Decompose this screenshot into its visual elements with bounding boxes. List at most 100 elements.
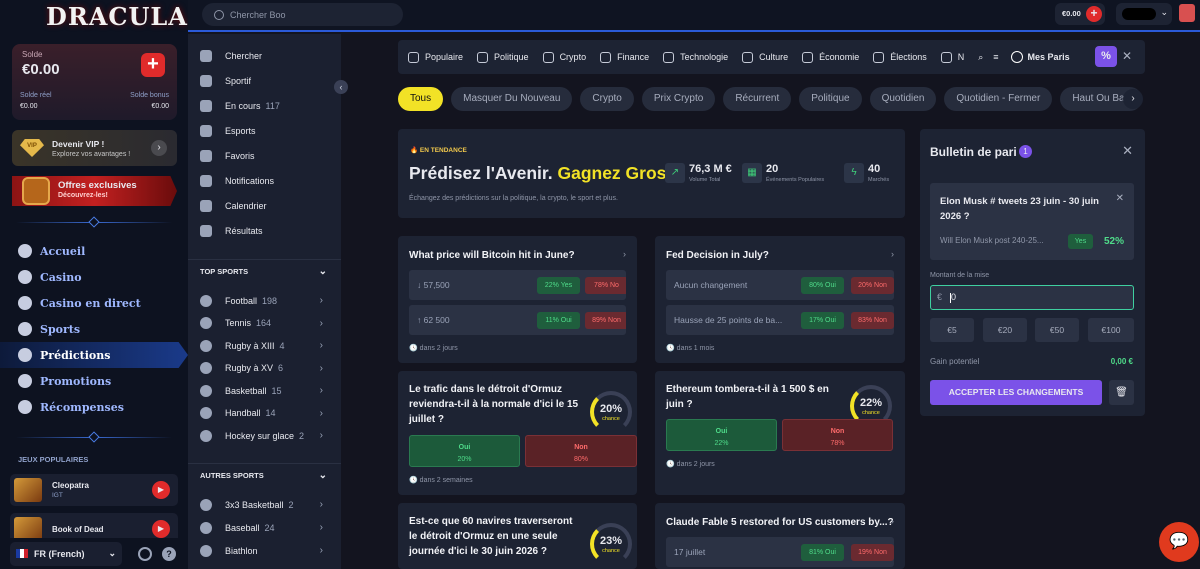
play-icon[interactable]: ▶: [152, 520, 170, 538]
sport-item[interactable]: Handball 14 ›: [188, 401, 341, 426]
filter-icon[interactable]: ≡: [993, 52, 998, 62]
category-elections[interactable]: Élections: [873, 51, 927, 63]
nav-item[interactable]: Notifications: [188, 168, 341, 193]
menu-item-promotions[interactable]: Promotions: [0, 368, 188, 394]
market-card-claude[interactable]: Claude Fable 5 restored for US customers…: [655, 503, 905, 569]
play-icon[interactable]: ▶: [152, 481, 170, 499]
sport-item[interactable]: Rugby à XV 6 ›: [188, 356, 341, 381]
sport-icon: [200, 384, 212, 397]
trash-icon[interactable]: 🗑: [1109, 380, 1134, 405]
headset-icon[interactable]: [138, 546, 152, 561]
sport-item[interactable]: Rugby à XIII 4 ›: [188, 333, 341, 358]
top-sports-header[interactable]: TOP SPORTS ⌄: [188, 259, 341, 283]
quick-stake-button[interactable]: €20: [983, 318, 1027, 342]
category-finance[interactable]: Finance: [600, 51, 649, 63]
menu-item-sports[interactable]: Sports: [0, 316, 188, 342]
menu-item-live-casino[interactable]: Casino en direct: [0, 290, 188, 316]
quick-stake-button[interactable]: €100: [1088, 318, 1134, 342]
menu-item-predictions[interactable]: Prédictions: [0, 342, 188, 368]
nav-item[interactable]: Esports: [188, 118, 341, 143]
nav-item[interactable]: Favoris: [188, 143, 341, 168]
nav-item[interactable]: En cours 117: [188, 93, 341, 118]
remove-selection-icon[interactable]: ✕: [1116, 193, 1124, 204]
logo[interactable]: DRACULA: [46, 2, 188, 31]
category-more[interactable]: N: [940, 51, 964, 63]
filter-chip[interactable]: Prix Crypto: [641, 87, 716, 111]
no-button[interactable]: Non 80%: [525, 435, 637, 467]
help-icon[interactable]: ?: [162, 546, 176, 561]
close-icon[interactable]: ✕: [1122, 143, 1133, 159]
game-item[interactable]: Cleopatra IGT ▶: [10, 474, 178, 506]
market-card-fed[interactable]: Fed Decision in July? › Aucun changement…: [655, 236, 905, 363]
filter-chip[interactable]: Quotidien - Fermer: [944, 87, 1053, 111]
category-technologie[interactable]: Technologie: [663, 51, 728, 63]
offers-banner[interactable]: Offres exclusives Découvrez-les!: [12, 176, 177, 206]
yes-button[interactable]: 11% Oui: [537, 312, 580, 329]
quick-stake-button[interactable]: €5: [930, 318, 974, 342]
avatar[interactable]: [1179, 4, 1195, 22]
stat-label: Marchés: [868, 177, 890, 183]
deposit-button[interactable]: +: [141, 53, 165, 77]
nav-item[interactable]: Résultats: [188, 218, 341, 243]
chevron-right-icon[interactable]: ›: [1123, 89, 1143, 109]
yes-button[interactable]: 22% Yes: [537, 277, 580, 294]
no-button[interactable]: 20% Non: [851, 277, 894, 294]
stake-input[interactable]: €0: [930, 285, 1134, 310]
plus-icon[interactable]: +: [1086, 6, 1102, 22]
no-button[interactable]: 78% No: [585, 277, 626, 294]
chat-icon[interactable]: 💬: [1159, 522, 1199, 562]
menu-item-accueil[interactable]: Accueil: [0, 238, 188, 264]
category-politique[interactable]: Politique: [477, 51, 529, 63]
no-button[interactable]: Non 78%: [782, 419, 893, 451]
my-bets-button[interactable]: Mes Paris: [1010, 51, 1070, 63]
sport-item[interactable]: Football 198 ›: [188, 288, 341, 313]
sport-item[interactable]: Biathlon ›: [188, 538, 341, 563]
other-sports-header[interactable]: AUTRES SPORTS ⌄: [188, 463, 341, 487]
percent-toggle-icon[interactable]: %: [1095, 46, 1117, 67]
nav-item[interactable]: Sportif: [188, 68, 341, 93]
filter-chip[interactable]: Tous: [398, 87, 444, 111]
vip-banner[interactable]: VIP Devenir VIP ! Explorez vos avantages …: [12, 130, 177, 166]
menu-item-casino[interactable]: Casino: [0, 264, 188, 290]
sport-item[interactable]: 3x3 Basketball 2 ›: [188, 492, 341, 517]
nav-item[interactable]: Calendrier: [188, 193, 341, 218]
nav-item[interactable]: Chercher: [188, 43, 341, 68]
category-populaire[interactable]: Populaire: [408, 51, 463, 63]
no-button[interactable]: 19% Non: [851, 544, 894, 561]
no-button[interactable]: 83% Non: [851, 312, 894, 329]
search-bar[interactable]: Chercher Boo: [202, 3, 403, 26]
filter-chip[interactable]: Crypto: [580, 87, 634, 111]
filter-chip[interactable]: Quotidien: [869, 87, 937, 111]
yes-button[interactable]: Oui 22%: [666, 419, 777, 451]
chevron-right-icon[interactable]: ›: [151, 140, 167, 156]
quick-stake-button[interactable]: €50: [1035, 318, 1079, 342]
vip-gem-icon: VIP: [20, 139, 44, 157]
close-icon[interactable]: ✕: [1122, 49, 1132, 63]
yes-button[interactable]: 17% Oui: [801, 312, 844, 329]
search-placeholder: Chercher Boo: [230, 9, 286, 20]
accept-changes-button[interactable]: ACCEPTER LES CHANGEMENTS: [930, 380, 1102, 405]
filter-chip[interactable]: Récurrent: [723, 87, 792, 111]
yes-button[interactable]: Oui 20%: [409, 435, 520, 467]
yes-button[interactable]: 80% Oui: [801, 277, 844, 294]
category-crypto[interactable]: Crypto: [542, 51, 586, 63]
sport-item[interactable]: Hockey sur glace 2 ›: [188, 423, 341, 448]
language-select[interactable]: FR (French) ⌄: [10, 541, 122, 566]
market-card-ormuz[interactable]: Le trafic dans le détroit d'Ormuz revien…: [398, 371, 637, 495]
market-card-bitcoin[interactable]: What price will Bitcoin hit in June? › ↓…: [398, 236, 637, 363]
filter-chip[interactable]: Masquer Du Nouveau: [451, 87, 573, 111]
market-card-navires[interactable]: Est-ce que 60 navires traverseront le dé…: [398, 503, 637, 569]
yes-button[interactable]: 81% Oui: [801, 544, 844, 561]
user-menu[interactable]: ⌄: [1116, 3, 1172, 25]
category-culture[interactable]: Culture: [742, 51, 788, 63]
market-card-ethereum[interactable]: Ethereum tombera-t-il à 1 500 $ en juin …: [655, 371, 905, 495]
filter-chip[interactable]: Politique: [799, 87, 862, 111]
category-economie[interactable]: Économie: [802, 51, 859, 63]
sport-item[interactable]: Baseball 24 ›: [188, 515, 341, 540]
search-icon[interactable]: ⌕: [978, 52, 983, 63]
sport-item[interactable]: Basketball 15 ›: [188, 378, 341, 403]
balance-button[interactable]: €0.00 +: [1055, 3, 1105, 25]
sport-item[interactable]: Tennis 164 ›: [188, 311, 341, 336]
menu-item-rewards[interactable]: Récompenses: [0, 394, 188, 420]
no-button[interactable]: 89% Non: [585, 312, 626, 329]
